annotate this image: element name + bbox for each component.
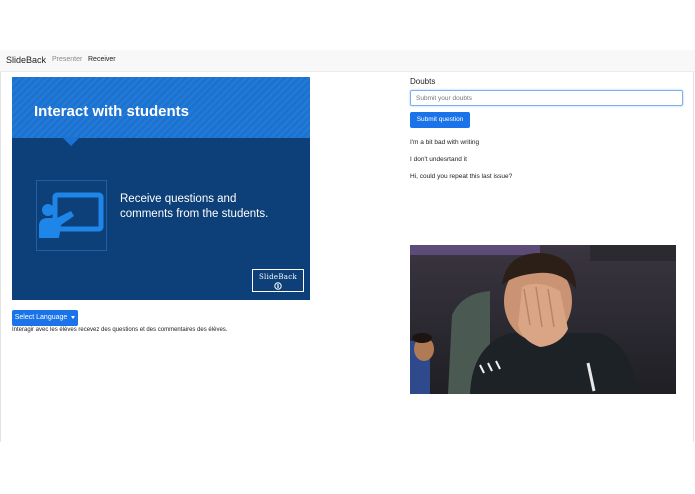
slide-title: Interact with students	[34, 103, 190, 120]
question-item: Hi, could you repeat this last issue?	[410, 173, 513, 180]
nav-link-presenter[interactable]: Presenter	[52, 56, 82, 63]
translated-text: Interagir avec les élèves recevez des qu…	[12, 327, 228, 333]
slideback-logo: SlideBack	[252, 269, 304, 292]
question-item: I'm a bit bad with writing	[410, 139, 480, 146]
question-item: I don't undesrtand it	[410, 156, 467, 163]
slide-header-pointer	[62, 137, 80, 146]
webcam-video	[410, 245, 676, 394]
brand[interactable]: SlideBack	[6, 55, 46, 65]
nav-link-receiver[interactable]: Receiver	[88, 56, 116, 63]
doubt-input[interactable]	[410, 90, 683, 106]
caret-down-icon	[71, 315, 76, 319]
presentation-board-icon	[36, 180, 107, 251]
select-language-button[interactable]: Select Language	[12, 310, 78, 326]
submit-question-button[interactable]: Submit question	[410, 112, 470, 128]
navbar: SlideBack Presenter Receiver	[0, 50, 695, 72]
select-language-label: Select Language	[14, 314, 68, 321]
doubts-heading: Doubts	[410, 77, 436, 86]
slide-logo-text: SlideBack	[258, 273, 298, 281]
slide-view: Interact with students Receive questions…	[12, 77, 310, 300]
logo-badge-icon	[274, 282, 282, 290]
slide-body-text: Receive questions and comments from the …	[120, 193, 269, 220]
